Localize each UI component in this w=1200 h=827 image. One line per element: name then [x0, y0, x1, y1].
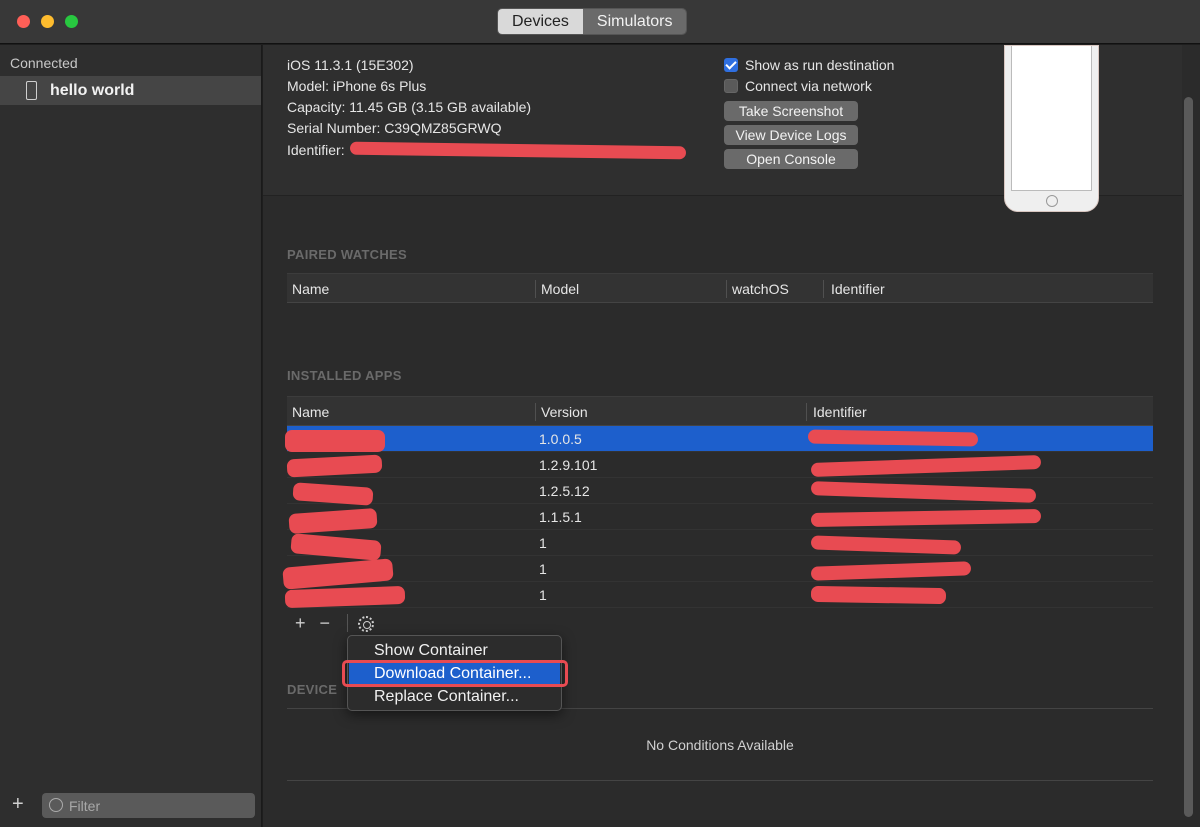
menu-item-show-container[interactable]: Show Container: [349, 639, 560, 662]
open-console-button[interactable]: Open Console: [724, 149, 858, 169]
app-version: 1.0.0.5: [539, 431, 582, 447]
connect-via-network-label: Connect via network: [745, 78, 872, 94]
window-titlebar: Devices Simulators: [0, 0, 1200, 44]
close-window-button[interactable]: [17, 15, 30, 28]
column-divider: [535, 403, 536, 421]
paired-watches-header: Name Model watchOS Identifier: [287, 273, 1153, 303]
device-conditions-panel: No Conditions Available: [287, 708, 1153, 781]
installed-apps-header: Name Version Identifier: [287, 396, 1153, 426]
menu-item-replace-container[interactable]: Replace Container...: [349, 685, 560, 708]
column-header-identifier[interactable]: Identifier: [831, 281, 885, 297]
column-header-version[interactable]: Version: [541, 404, 588, 420]
app-version: 1.1.5.1: [539, 509, 582, 525]
sidebar-heading: Connected: [10, 55, 78, 71]
column-header-name[interactable]: Name: [292, 281, 329, 297]
installed-apps-tools: + −: [295, 613, 330, 634]
tab-devices[interactable]: Devices: [498, 9, 583, 34]
column-divider: [535, 280, 536, 298]
filter-icon: [49, 798, 63, 812]
app-identifier-redaction: [810, 585, 947, 605]
filter-field: [42, 793, 255, 818]
app-name-redaction: [285, 430, 385, 452]
column-divider: [806, 403, 807, 421]
view-device-logs-button[interactable]: View Device Logs: [724, 125, 858, 145]
column-divider: [726, 280, 727, 298]
device-sidebar: Connected hello world +: [0, 45, 262, 827]
app-version: 1: [539, 561, 547, 577]
sidebar-item-device[interactable]: hello world: [0, 76, 261, 105]
identifier-redaction: [349, 141, 687, 160]
column-header-identifier[interactable]: Identifier: [813, 404, 867, 420]
add-app-button[interactable]: +: [295, 613, 306, 634]
tools-divider: [347, 614, 348, 632]
remove-app-button[interactable]: −: [320, 613, 331, 634]
table-row[interactable]: 1.0.0.5: [287, 426, 1153, 452]
app-version: 1: [539, 587, 547, 603]
device-detail-pane: iOS 11.3.1 (15E302) Model: iPhone 6s Plu…: [263, 45, 1200, 827]
scrollbar-thumb[interactable]: [1184, 97, 1193, 817]
filter-input[interactable]: [69, 796, 249, 815]
zoom-window-button[interactable]: [65, 15, 78, 28]
sidebar-item-label: hello world: [50, 82, 135, 99]
devices-simulators-toggle: Devices Simulators: [497, 8, 688, 35]
show-as-run-destination-label: Show as run destination: [745, 57, 895, 73]
device-conditions-title: DEVICE: [287, 682, 338, 697]
no-conditions-text: No Conditions Available: [646, 737, 794, 753]
app-version: 1.2.5.12: [539, 483, 590, 499]
column-header-model[interactable]: Model: [541, 281, 579, 297]
connect-via-network-option[interactable]: Connect via network: [724, 78, 872, 94]
app-version: 1: [539, 535, 547, 551]
paired-watches-title: PAIRED WATCHES: [287, 247, 408, 262]
ios-version: iOS 11.3.1 (15E302): [287, 57, 414, 73]
column-divider: [823, 280, 824, 298]
column-header-watchos[interactable]: watchOS: [732, 281, 789, 297]
app-version: 1.2.9.101: [539, 457, 598, 473]
device-identifier-label: Identifier:: [287, 142, 345, 158]
iphone-icon: [26, 81, 37, 100]
show-as-run-destination-checkbox[interactable]: [724, 58, 738, 72]
add-device-button[interactable]: +: [12, 793, 24, 816]
device-serial: Serial Number: C39QMZ85GRWQ: [287, 120, 502, 136]
iphone-device-image: [1004, 45, 1099, 212]
iphone-screen: [1011, 46, 1092, 191]
connect-via-network-checkbox[interactable]: [724, 79, 738, 93]
device-model: Model: iPhone 6s Plus: [287, 78, 427, 94]
table-row[interactable]: 1: [287, 556, 1153, 582]
table-row[interactable]: 1: [287, 582, 1153, 608]
gear-icon[interactable]: [358, 616, 374, 632]
annotation-highlight-box: [342, 660, 568, 687]
column-header-name[interactable]: Name: [292, 404, 329, 420]
app-identifier-redaction: [807, 429, 979, 447]
home-button-icon: [1046, 195, 1058, 207]
minimize-window-button[interactable]: [41, 15, 54, 28]
show-as-run-destination-option[interactable]: Show as run destination: [724, 57, 894, 73]
device-info-panel: iOS 11.3.1 (15E302) Model: iPhone 6s Plu…: [263, 45, 1200, 212]
table-row[interactable]: 1: [287, 530, 1153, 556]
take-screenshot-button[interactable]: Take Screenshot: [724, 101, 858, 121]
device-capacity: Capacity: 11.45 GB (3.15 GB available): [287, 99, 532, 115]
installed-apps-title: INSTALLED APPS: [287, 368, 402, 383]
tab-simulators[interactable]: Simulators: [582, 9, 687, 34]
